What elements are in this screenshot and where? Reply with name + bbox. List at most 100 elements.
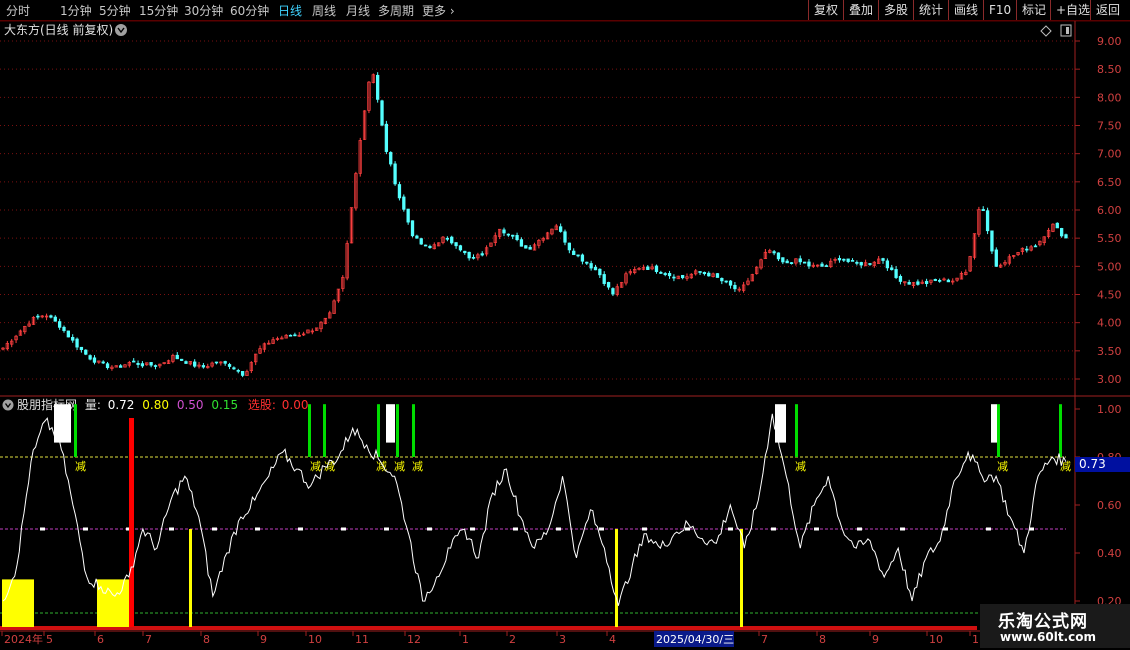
candle-body (428, 245, 432, 249)
panel-toggle-icon[interactable] (1060, 24, 1072, 37)
price-tick-label: 3.50 (1097, 345, 1122, 358)
candle-body (445, 237, 450, 240)
candle-body (92, 357, 97, 363)
candle-body (776, 252, 781, 260)
candle-body (572, 250, 576, 256)
x-tick-label: 4 (609, 633, 616, 646)
candle-body (75, 338, 79, 348)
panel-menu-icon[interactable] (115, 24, 127, 36)
x-tick-label: 1 (462, 633, 469, 646)
candle-body (842, 258, 846, 261)
candle-body (894, 269, 898, 278)
candle-body (419, 238, 423, 245)
midline-marker (814, 527, 819, 531)
candle-body (288, 334, 293, 337)
stock-chart: 大东方(日线 前复权) 9.00 8.50 8.00 7.50 7.00 6.50 6.00… (0, 20, 1130, 647)
reduce-label: 减 (412, 460, 423, 473)
candle-body (227, 364, 232, 367)
candle-body (62, 326, 66, 331)
reduce-label: 减 (997, 460, 1008, 473)
candle-body (149, 362, 153, 366)
candle-body (406, 208, 410, 223)
price-tick-label: 7.00 (1097, 148, 1122, 161)
legend-label: 量: (85, 398, 101, 412)
candle-body (646, 266, 650, 270)
price-tick-label: 6.00 (1097, 204, 1122, 217)
candle-body (846, 258, 850, 262)
candle-body (728, 280, 733, 286)
candle-body (702, 272, 707, 275)
midline-marker (771, 527, 776, 531)
current-value-text: 0.73 (1079, 457, 1106, 471)
x-tick-label: 8 (203, 633, 210, 646)
indicator-tick-label: 0.60 (1097, 499, 1122, 512)
green-signal-bar (308, 404, 311, 457)
midline-marker (341, 527, 346, 531)
candle-body (101, 361, 105, 364)
candle-body (890, 267, 894, 271)
x-tick-label: 2024年 (4, 632, 43, 646)
candle-body (990, 230, 994, 252)
watermark-logo-text: 乐淘公式网 (998, 612, 1088, 632)
candle-body (868, 263, 872, 265)
midline-marker (900, 527, 905, 531)
price-tick-label: 4.00 (1097, 317, 1122, 330)
candle-body (132, 360, 136, 363)
legend-value-upper: 0.80 (142, 398, 169, 412)
x-tick-label: 7 (761, 633, 768, 646)
price-panel-title: 大东方(日线 前复权) (4, 22, 113, 37)
candle-body (598, 268, 602, 276)
green-signal-bar (795, 404, 798, 457)
candle-body (680, 274, 685, 279)
red-signal-bar (129, 418, 134, 627)
candle-body (820, 263, 824, 267)
x-tick-label: 3 (559, 633, 566, 646)
candle-body (79, 346, 84, 350)
candle-body (859, 262, 863, 266)
price-tick-label: 5.50 (1097, 232, 1122, 245)
green-signal-bar (1059, 404, 1062, 457)
candle-body (175, 354, 179, 360)
indicator-axis-ticks: 1.000.800.600.400.20 (1075, 403, 1122, 608)
candle-body (201, 365, 206, 368)
candle-body (938, 280, 942, 282)
candle-body (837, 258, 842, 261)
price-tick-label: 6.50 (1097, 176, 1122, 189)
candle-body (654, 265, 659, 272)
candle-body (1059, 228, 1064, 237)
price-tick-label: 3.00 (1097, 373, 1122, 386)
midline-marker (986, 527, 991, 531)
yellow-signal-line (615, 529, 618, 627)
diamond-icon[interactable] (1040, 25, 1052, 37)
x-tick-label: 9 (260, 633, 267, 646)
indicator-tick-label: 0.40 (1097, 547, 1122, 560)
candle-body (463, 250, 467, 254)
midline-marker (642, 527, 647, 531)
yellow-block (97, 579, 129, 627)
candle-body (528, 246, 532, 250)
candle-body (707, 272, 711, 277)
candle-body (946, 279, 951, 283)
candle-body (49, 315, 53, 318)
candle-body (585, 261, 589, 264)
candle-body (423, 244, 428, 247)
candle-body (611, 288, 615, 295)
price-tick-label: 8.50 (1097, 63, 1122, 76)
green-signal-bar (396, 404, 399, 457)
midline-marker (427, 527, 432, 531)
candle-body (480, 253, 484, 256)
green-signal-bar (74, 404, 77, 457)
price-candles (1, 72, 1068, 378)
candle-body (606, 282, 611, 288)
price-tick-label: 8.00 (1097, 91, 1122, 104)
candle-body (1055, 222, 1059, 229)
indicator-menu-icon[interactable] (2, 399, 14, 411)
candle-body (580, 254, 585, 262)
candle-body (380, 100, 384, 126)
time-axis-labels: 2024年 5 6 7 8 9 10 11 12 1 2 3 4 7 8 9 10 1 (1, 631, 979, 646)
x-tick-label: 1 (972, 633, 979, 646)
candle-body (659, 271, 663, 274)
white-block (386, 404, 395, 443)
green-signal-bar (412, 404, 415, 457)
candle-body (807, 261, 811, 267)
